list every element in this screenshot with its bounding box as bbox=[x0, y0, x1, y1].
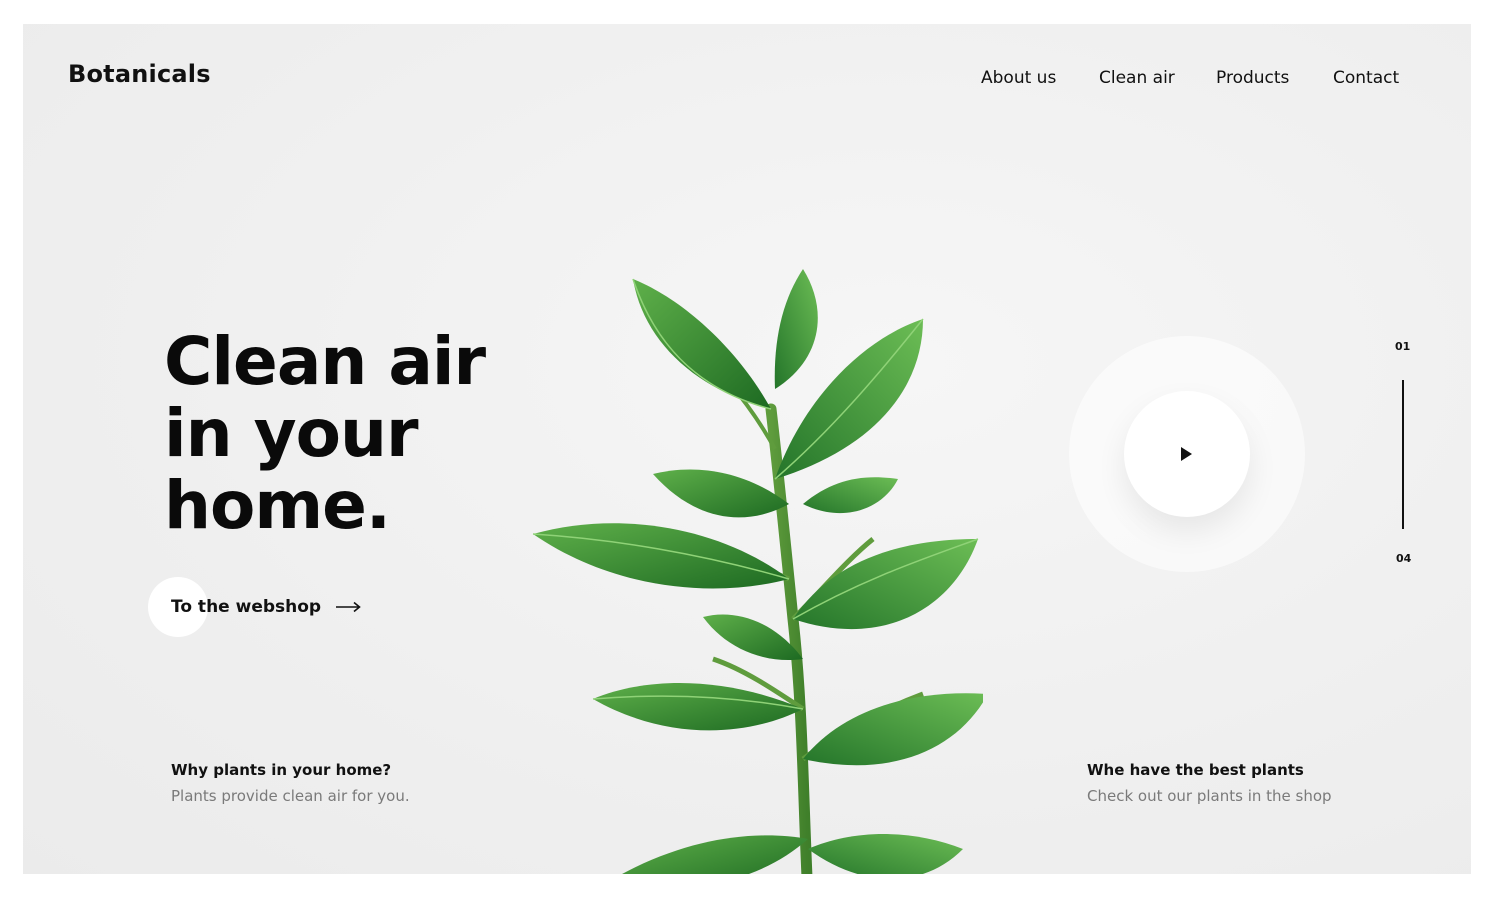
nav-link-about-us[interactable]: About us bbox=[981, 68, 1056, 88]
play-button[interactable] bbox=[1124, 391, 1250, 517]
hero-headline-line-1: Clean air bbox=[164, 323, 486, 400]
nav-link-clean-air[interactable]: Clean air bbox=[1099, 68, 1175, 88]
plant-image bbox=[532, 269, 983, 874]
landing-page: Botanicals About us Clean air Products C… bbox=[23, 24, 1471, 874]
nav-link-products[interactable]: Products bbox=[1216, 68, 1289, 88]
feature-description: Check out our plants in the shop bbox=[1087, 787, 1332, 805]
feature-best-plants[interactable]: Whe have the best plants Check out our p… bbox=[1087, 761, 1332, 805]
webshop-button-label: To the webshop bbox=[171, 597, 322, 617]
feature-description: Plants provide clean air for you. bbox=[171, 787, 410, 805]
hero-headline-line-2: in your bbox=[164, 395, 419, 472]
play-icon bbox=[1181, 447, 1192, 461]
feature-title: Why plants in your home? bbox=[171, 761, 392, 779]
hero-headline-line-3: home. bbox=[164, 467, 391, 544]
feature-why-plants: Why plants in your home? Plants provide … bbox=[171, 761, 410, 805]
nav-link-contact[interactable]: Contact bbox=[1333, 68, 1399, 88]
brand-logo[interactable]: Botanicals bbox=[68, 60, 211, 88]
arrow-right-icon bbox=[336, 601, 361, 613]
hero-headline: Clean air in your home. bbox=[164, 323, 486, 544]
slide-counter-end: 04 bbox=[1396, 552, 1412, 565]
feature-title: Whe have the best plants bbox=[1087, 761, 1304, 779]
slide-progress-line[interactable] bbox=[1402, 380, 1404, 529]
slide-counter-start: 01 bbox=[1395, 340, 1411, 353]
webshop-button[interactable]: To the webshop bbox=[148, 577, 361, 637]
